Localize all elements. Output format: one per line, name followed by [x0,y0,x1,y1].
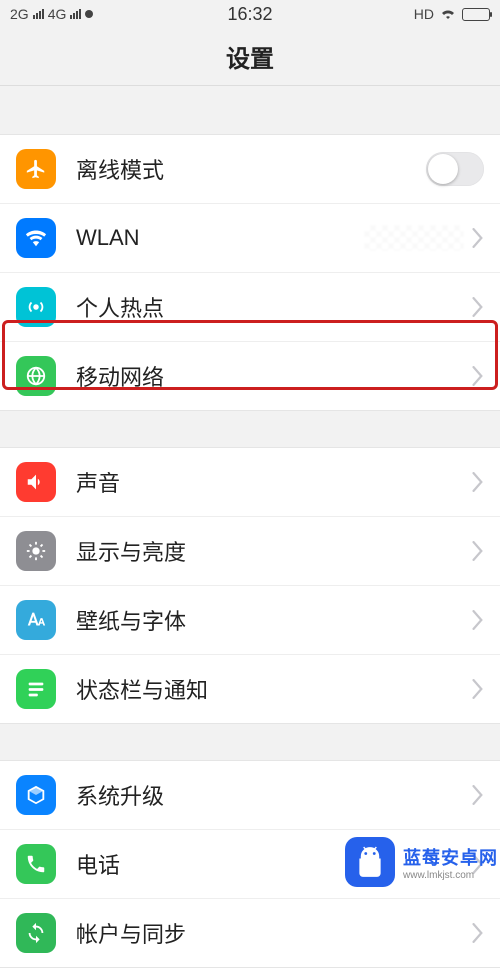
battery-icon [462,8,490,21]
chevron-right-icon [472,610,484,630]
net-4g-label: 4G [48,6,67,22]
wifi-icon [440,6,456,22]
hotspot-icon [16,287,56,327]
watermark: 蓝莓安卓网 www.lmkjst.com [345,837,498,887]
chevron-right-icon [472,297,484,317]
cube-icon [16,775,56,815]
row-wlan[interactable]: WLAN [0,203,500,272]
signal-icon [33,9,44,19]
watermark-text: 蓝莓安卓网 www.lmkjst.com [403,844,498,881]
section-display: 声音 显示与亮度 壁纸与字体 状态栏与通知 [0,447,500,724]
statusbar-label: 状态栏与通知 [76,673,472,705]
chevron-right-icon [472,228,484,248]
row-display[interactable]: 显示与亮度 [0,516,500,585]
chevron-right-icon [472,785,484,805]
status-time: 16:32 [227,4,272,25]
status-right: HD [414,6,490,22]
display-label: 显示与亮度 [76,535,472,567]
mobile-label: 移动网络 [76,360,472,392]
chevron-right-icon [472,366,484,386]
brightness-icon [16,531,56,571]
row-update[interactable]: 系统升级 [0,761,500,829]
chevron-right-icon [472,472,484,492]
globe-icon [16,356,56,396]
row-hotspot[interactable]: 个人热点 [0,272,500,341]
row-accounts[interactable]: 帐户与同步 [0,898,500,967]
watermark-title: 蓝莓安卓网 [403,844,498,870]
status-left: 2G 4G [10,6,93,22]
sync-icon [16,913,56,953]
sound-label: 声音 [76,466,472,498]
chevron-right-icon [472,541,484,561]
speaker-icon [16,462,56,502]
accounts-label: 帐户与同步 [76,917,472,949]
wallpaper-label: 壁纸与字体 [76,604,472,636]
section-network: 离线模式 WLAN 个人热点 移动网络 [0,134,500,411]
font-icon [16,600,56,640]
net-2g-label: 2G [10,6,29,22]
airplane-label: 离线模式 [76,153,426,185]
wlan-value-redacted [364,225,464,251]
page-title: 设置 [0,28,500,86]
hotspot-label: 个人热点 [76,291,472,323]
row-sound[interactable]: 声音 [0,448,500,516]
row-statusbar[interactable]: 状态栏与通知 [0,654,500,723]
chevron-right-icon [472,923,484,943]
watermark-icon [345,837,395,887]
signal-icon [70,9,81,19]
status-bar: 2G 4G 16:32 HD [0,0,500,28]
row-mobile-network[interactable]: 移动网络 [0,341,500,410]
hd-label: HD [414,6,434,22]
update-label: 系统升级 [76,779,472,811]
row-wallpaper[interactable]: 壁纸与字体 [0,585,500,654]
phone-icon [16,844,56,884]
airplane-icon [16,149,56,189]
dot-icon [85,10,93,18]
wifi-icon [16,218,56,258]
watermark-url: www.lmkjst.com [403,870,498,881]
page-title-text: 设置 [226,39,274,74]
row-airplane[interactable]: 离线模式 [0,135,500,203]
airplane-toggle[interactable] [426,152,484,186]
wlan-label: WLAN [76,225,364,251]
chevron-right-icon [472,679,484,699]
list-icon [16,669,56,709]
